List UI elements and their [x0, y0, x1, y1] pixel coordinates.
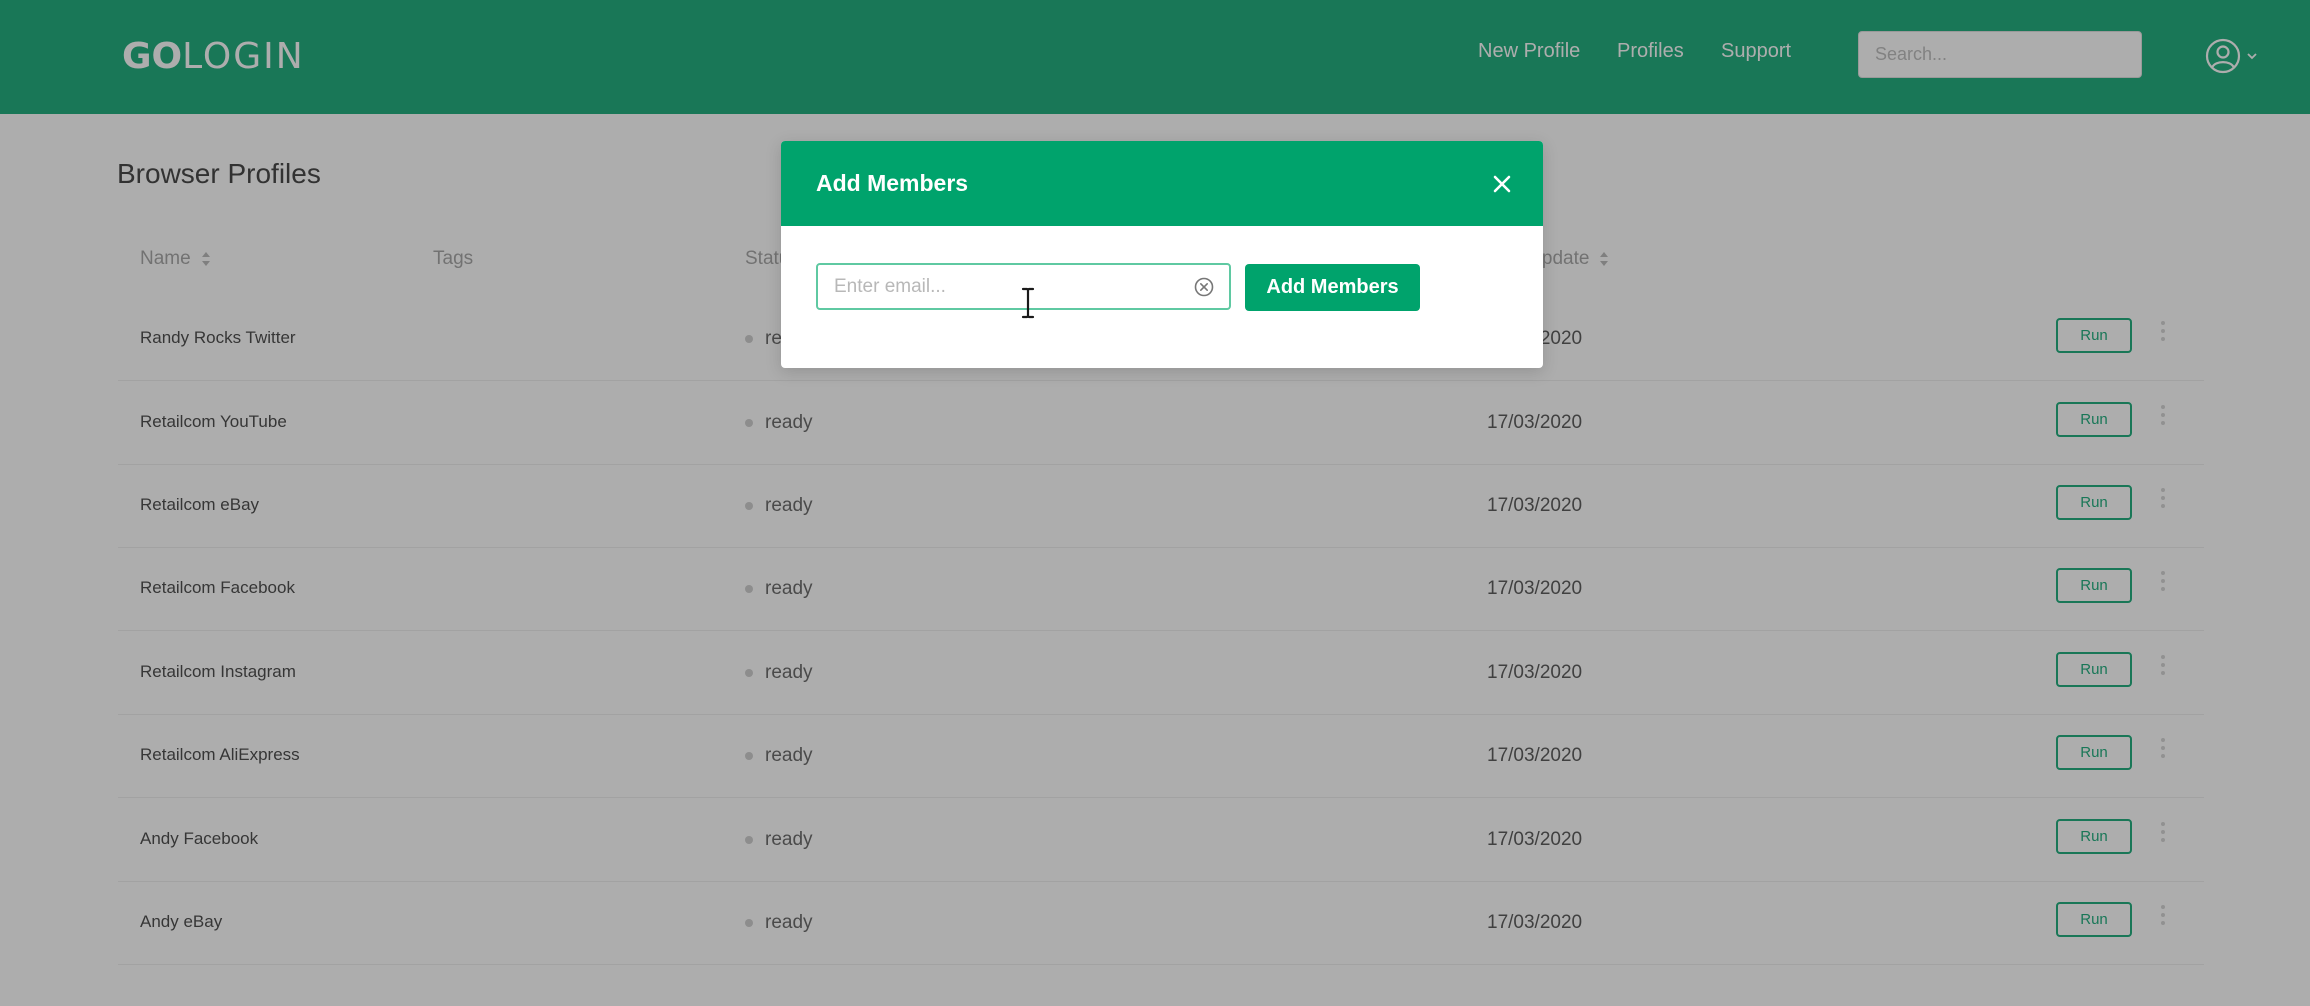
add-members-modal: Add Members Add Members	[781, 141, 1543, 368]
close-icon	[1493, 175, 1511, 193]
text-cursor-icon	[1021, 287, 1035, 319]
email-field[interactable]	[818, 265, 1188, 308]
close-button[interactable]	[1481, 163, 1523, 205]
modal-header: Add Members	[781, 141, 1543, 226]
modal-title: Add Members	[816, 170, 969, 196]
add-members-button[interactable]: Add Members	[1245, 264, 1420, 311]
clear-input-icon[interactable]	[1193, 276, 1215, 298]
